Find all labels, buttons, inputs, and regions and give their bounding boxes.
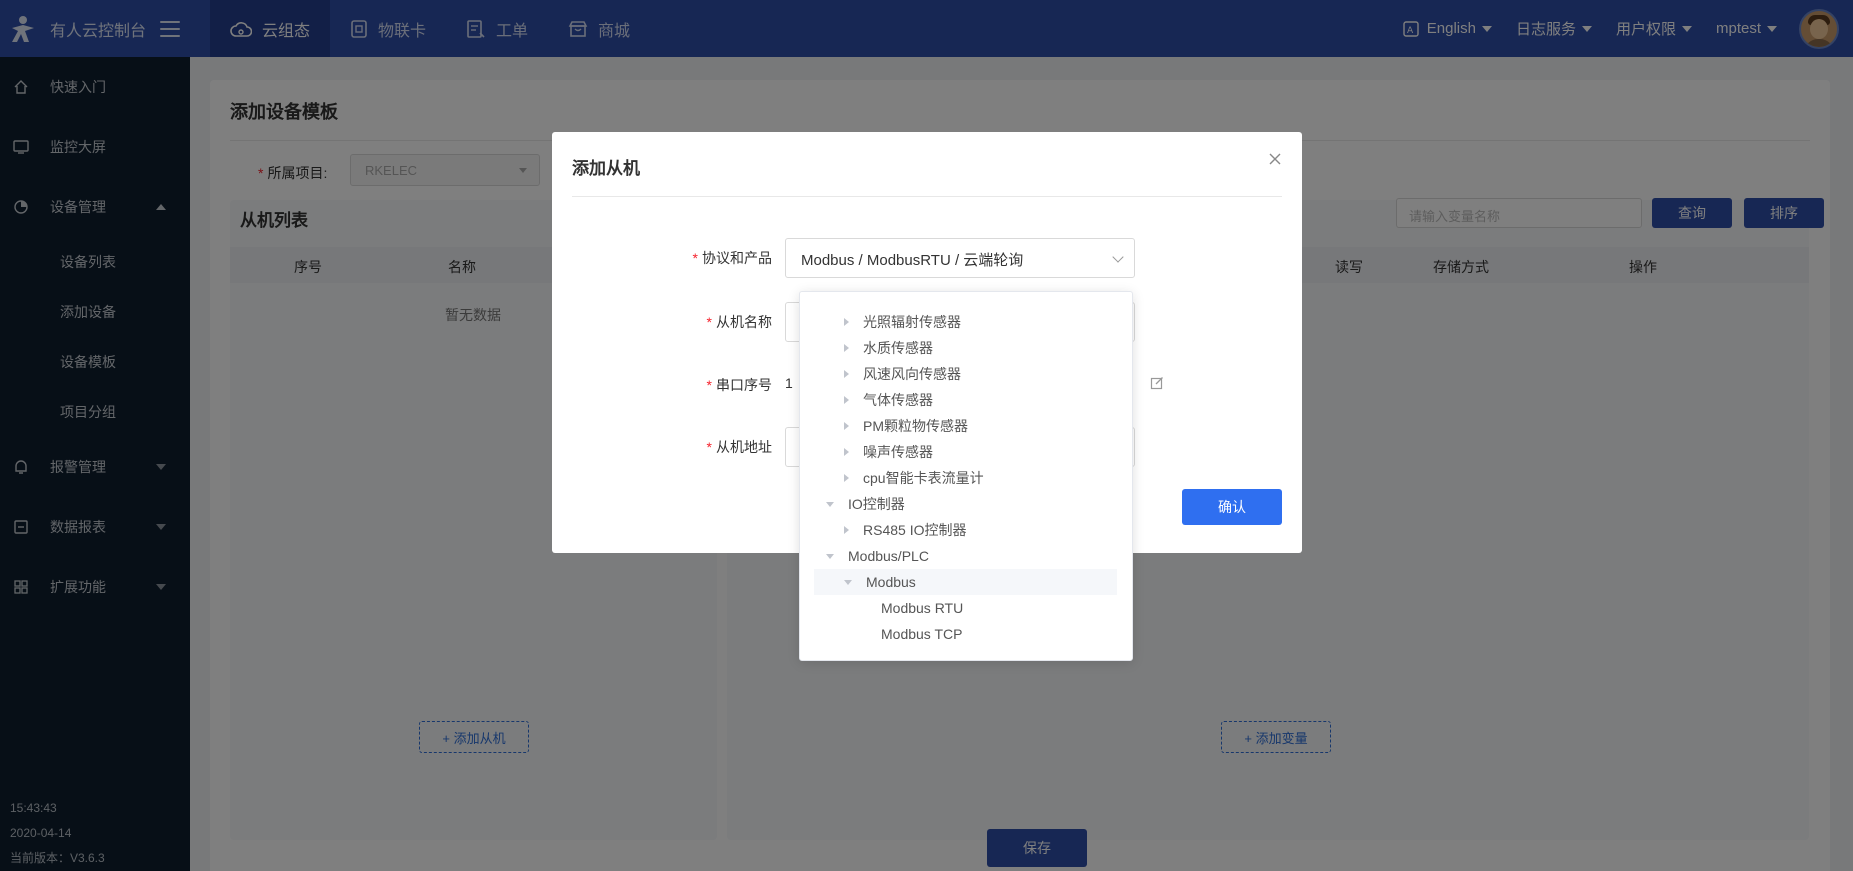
protocol-value: Modbus / ModbusRTU / 云端轮询 (801, 252, 1024, 269)
tree-node[interactable]: PM颗粒物传感器 (814, 413, 1117, 439)
tree-node-selected[interactable]: Modbus (814, 569, 1117, 595)
caret-right-icon (844, 526, 849, 534)
caret-right-icon (844, 448, 849, 456)
tree-node[interactable]: Modbus TCP (814, 621, 1117, 647)
tree-node[interactable]: cpu智能卡表流量计 (814, 465, 1117, 491)
tree-node[interactable]: RS485 IO控制器 (814, 517, 1117, 543)
tree-node[interactable]: 水质传感器 (814, 335, 1117, 361)
caret-down-icon (826, 553, 834, 559)
divider (572, 196, 1282, 197)
tree-node[interactable]: 噪声传感器 (814, 439, 1117, 465)
caret-down-icon (826, 501, 834, 507)
serial-no-label: * 串口序号 (706, 377, 772, 393)
caret-right-icon (844, 370, 849, 378)
serial-no-value: 1 (785, 375, 793, 391)
tree-node[interactable]: 光照辐射传感器 (814, 309, 1117, 335)
chevron-down-icon (1112, 251, 1124, 263)
caret-right-icon (844, 344, 849, 352)
tree-node[interactable]: Modbus RTU (814, 595, 1117, 621)
protocol-label: * 协议和产品 (692, 250, 772, 266)
tree-node[interactable]: 气体传感器 (814, 387, 1117, 413)
confirm-button[interactable]: 确认 (1182, 489, 1282, 525)
tree-node[interactable]: 风速风向传感器 (814, 361, 1117, 387)
protocol-cascader[interactable]: Modbus / ModbusRTU / 云端轮询 (785, 238, 1135, 278)
protocol-cascader-dropdown: 光照辐射传感器 水质传感器 风速风向传感器 气体传感器 PM颗粒物传感器 噪声传… (799, 291, 1133, 661)
caret-right-icon (844, 318, 849, 326)
tree-node[interactable]: Modbus/PLC (814, 543, 1117, 569)
edit-icon[interactable] (1150, 376, 1164, 390)
caret-right-icon (844, 474, 849, 482)
close-icon[interactable] (1268, 152, 1282, 166)
caret-right-icon (844, 396, 849, 404)
dialog-title: 添加从机 (572, 159, 640, 178)
tree-node[interactable]: IO控制器 (814, 491, 1117, 517)
caret-down-icon (844, 579, 852, 585)
slave-name-label: * 从机名称 (706, 314, 772, 330)
slave-addr-label: * 从机地址 (706, 439, 772, 455)
caret-right-icon (844, 422, 849, 430)
